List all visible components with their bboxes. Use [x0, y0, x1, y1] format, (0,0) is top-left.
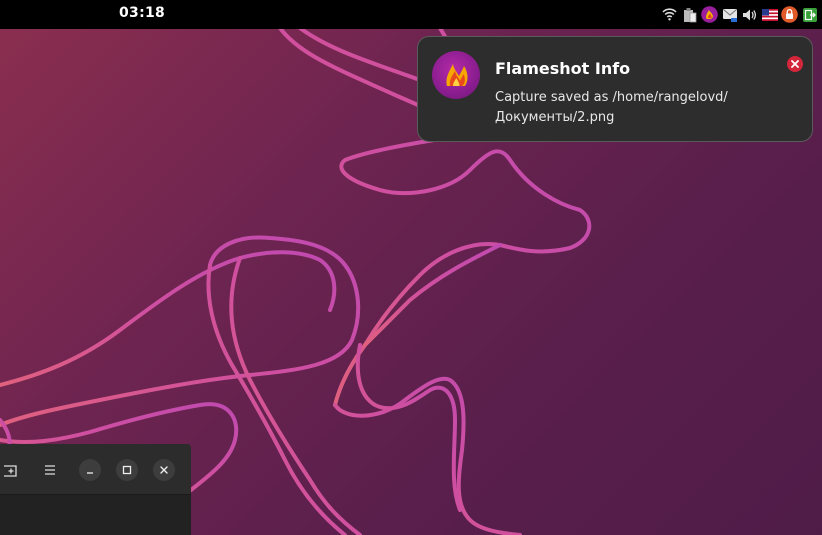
top-bar: 03:18	[0, 0, 822, 29]
notification-title: Flameshot Info	[495, 59, 631, 78]
volume-icon[interactable]	[741, 6, 758, 23]
flameshot-icon[interactable]	[701, 6, 718, 23]
clipboard-icon[interactable]	[681, 6, 698, 23]
desktop: 03:18 Flameshot Info Capture saved as /h…	[0, 0, 822, 535]
menu-icon	[45, 465, 55, 475]
new-tab-icon	[4, 465, 17, 477]
lock-icon[interactable]	[781, 6, 798, 23]
notification-body: Capture saved as /home/rangelovd/ Докуме…	[495, 88, 765, 128]
new-tab-button[interactable]	[0, 459, 22, 481]
flameshot-icon	[432, 51, 480, 99]
minimize-button[interactable]	[79, 459, 101, 481]
wifi-icon[interactable]	[661, 6, 678, 23]
menu-button[interactable]	[39, 459, 61, 481]
clock[interactable]: 03:18	[119, 5, 165, 21]
maximize-icon	[122, 465, 132, 475]
mail-icon[interactable]	[721, 6, 738, 23]
window-close-button[interactable]	[153, 459, 175, 481]
notification-body-line: Capture saved as /home/rangelovd/	[495, 90, 728, 105]
keyboard-layout-us-flag-icon[interactable]	[761, 6, 778, 23]
notification-close-button[interactable]	[787, 56, 803, 72]
window-headerbar[interactable]	[0, 444, 191, 495]
app-window	[0, 444, 191, 535]
minimize-icon	[87, 472, 93, 474]
window-content	[0, 495, 191, 535]
close-icon	[160, 466, 168, 474]
notification-body-line: Документы/2.png	[495, 110, 615, 125]
maximize-button[interactable]	[116, 459, 138, 481]
close-icon	[791, 60, 799, 68]
system-tray	[661, 5, 818, 24]
exit-icon[interactable]	[801, 6, 818, 23]
notification-popup[interactable]: Flameshot Info Capture saved as /home/ra…	[417, 36, 813, 142]
